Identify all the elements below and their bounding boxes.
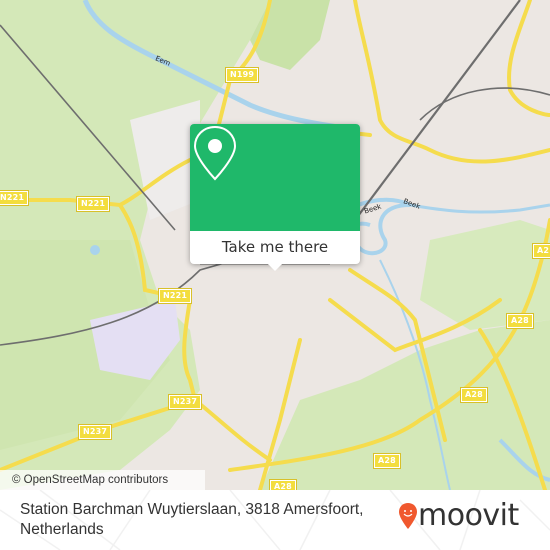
popup-tail bbox=[267, 263, 283, 271]
road-label-a28-south: A28 bbox=[460, 387, 488, 403]
road-label-n221-south: N221 bbox=[157, 288, 193, 304]
railway-east bbox=[419, 87, 550, 121]
map-attribution[interactable]: © OpenStreetMap contributors bbox=[0, 470, 205, 490]
road-label-a28-bottom: A28 bbox=[373, 453, 401, 469]
map[interactable]: Eem Beek Beek N221 N221 N221 N199 N237 N… bbox=[0, 0, 550, 490]
destination-popup: Take me there bbox=[190, 124, 360, 271]
take-me-there-button[interactable]: Take me there bbox=[190, 231, 360, 264]
canal-east bbox=[409, 203, 550, 214]
footer: Station Barchman Wuytierslaan, 3818 Amer… bbox=[0, 490, 550, 550]
moovit-logo[interactable]: moovit bbox=[398, 498, 538, 536]
road-label-a28-east: A28 bbox=[506, 313, 534, 329]
location-pin-icon bbox=[193, 125, 237, 181]
road-label-a2: A2 bbox=[531, 243, 550, 259]
road-a28-north bbox=[507, 0, 550, 117]
popup-header bbox=[190, 124, 360, 231]
road-label-n199: N199 bbox=[224, 67, 260, 83]
moovit-wordmark: moovit bbox=[418, 498, 519, 533]
road-label-n221-edge: N221 bbox=[0, 190, 30, 206]
road-label-n237-east: N237 bbox=[167, 394, 203, 410]
road-label-a28-edge: A28 bbox=[269, 479, 297, 490]
moovit-pin-icon bbox=[399, 503, 417, 529]
road-label-n237-west: N237 bbox=[77, 424, 113, 440]
stop-address: Station Barchman Wuytierslaan, 3818 Amer… bbox=[20, 501, 364, 538]
road-label-n221: N221 bbox=[75, 196, 111, 212]
pond bbox=[90, 245, 100, 255]
